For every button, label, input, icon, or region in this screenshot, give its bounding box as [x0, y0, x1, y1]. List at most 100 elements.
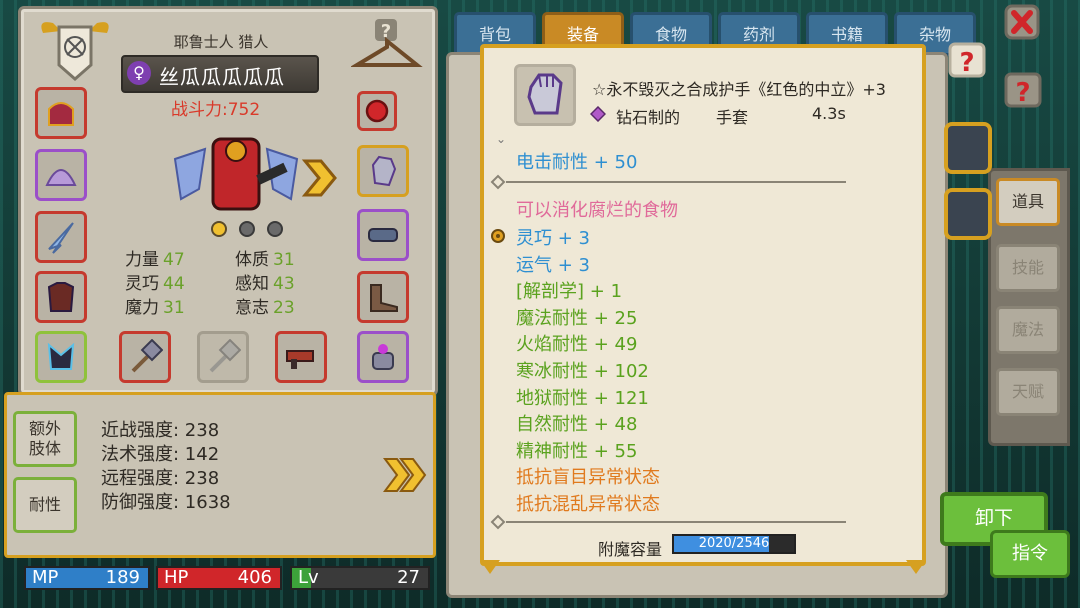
- defense-strength: 防御强度: 1638: [101, 492, 231, 513]
- bonus-line: 抵抗盲目异常状态: [516, 467, 660, 489]
- special-effect: 可以消化腐烂的食物: [516, 200, 678, 221]
- resource-bars: MP 189 HP 406 Lv 27: [24, 566, 430, 590]
- character-sprite: [173, 137, 299, 211]
- item-title: ☆永不毁灭之合成护手《红色的中立》+3: [592, 80, 886, 99]
- character-panel: 耶鲁士人 猎人 ? ♀ 丝瓜瓜瓜瓜瓜 战斗力:752 力量 47 体质 31 灵…: [18, 6, 438, 396]
- quick-slot-2[interactable]: [944, 188, 992, 240]
- ranged-strength: 远程强度: 238: [101, 468, 220, 489]
- helmet-icon: [48, 102, 74, 126]
- page-dots: [211, 221, 283, 237]
- slot-body[interactable]: [35, 271, 87, 323]
- slot-back[interactable]: [35, 211, 87, 263]
- belt-icon: [368, 228, 398, 242]
- ring-icon: [365, 99, 389, 123]
- divider: [490, 514, 846, 530]
- hp-value: 406: [237, 567, 272, 588]
- attr-value: 31: [163, 298, 185, 318]
- resistance-button[interactable]: 耐性: [13, 477, 77, 533]
- bonus-line: 灵巧 + 3: [516, 228, 590, 249]
- item-icon-box: [514, 64, 576, 126]
- hammer-icon: [131, 339, 163, 373]
- lv-label: Lv: [298, 567, 319, 588]
- level-bar: Lv 27: [290, 566, 430, 590]
- attr-value: 47: [163, 250, 185, 270]
- attr-value: 31: [273, 250, 295, 270]
- slot-accessory[interactable]: [35, 331, 87, 383]
- close-icon[interactable]: [1004, 4, 1040, 40]
- mp-label: MP: [32, 567, 59, 588]
- attr-label: 灵巧: [125, 274, 159, 294]
- arrow-right-icon[interactable]: [383, 455, 429, 495]
- help-icon-secondary[interactable]: ?: [1002, 70, 1044, 110]
- slot-weapon-2[interactable]: [197, 331, 249, 383]
- bonus-line: 运气 + 3: [516, 254, 590, 276]
- gauntlet-icon: [527, 73, 563, 115]
- combat-power: 战斗力:752: [171, 100, 261, 120]
- slot-neck[interactable]: [35, 149, 87, 201]
- side-tab-skills[interactable]: 技能: [996, 244, 1060, 292]
- mp-bar: MP 189: [24, 566, 150, 590]
- attr-value: 43: [273, 274, 295, 294]
- lv-value: 27: [397, 567, 420, 588]
- svg-text:?: ?: [959, 48, 974, 78]
- mask-icon: [47, 342, 75, 370]
- quick-slot-1[interactable]: [944, 122, 992, 174]
- attr-label: 意志: [235, 298, 269, 318]
- combat-stat-lines: 近战强度: 238 法术强度: 142 远程强度: 238 防御强度: 1638: [101, 419, 231, 515]
- gun-icon: [286, 350, 314, 369]
- attr-value: 44: [163, 274, 185, 294]
- crest-icon: [41, 22, 109, 81]
- slot-feet[interactable]: [357, 271, 409, 323]
- item-type: 手套: [716, 108, 749, 127]
- attr-label: 体质: [235, 250, 269, 270]
- item-material: 钻石制的: [616, 108, 681, 127]
- attr-label: 魔力: [125, 298, 159, 318]
- item-tooltip: ☆永不毁灭之合成护手《红色的中立》+3 钻石制的 手套 4.3s ⌄ 电击耐性 …: [480, 44, 926, 566]
- slot-ring-1[interactable]: [357, 91, 397, 131]
- hp-label: HP: [164, 567, 189, 588]
- attr-label: 力量: [125, 250, 159, 270]
- item-weight: 4.3s: [812, 104, 846, 123]
- slot-ring-2[interactable]: [357, 331, 409, 383]
- side-tab-talent[interactable]: 天赋: [996, 368, 1060, 416]
- slot-weapon-1[interactable]: [119, 331, 171, 383]
- slot-ranged[interactable]: [275, 331, 327, 383]
- bonus-line: 自然耐性 + 48: [516, 414, 638, 436]
- arrow-right-icon[interactable]: [299, 157, 339, 199]
- boots-icon: [370, 284, 398, 312]
- character-name: 丝瓜瓜瓜瓜瓜: [159, 65, 285, 89]
- command-button[interactable]: 指令: [990, 530, 1070, 578]
- attribute-grid: 力量 47 体质 31 灵巧 44 感知 43 魔力 31 意志 23: [125, 245, 345, 318]
- name-plate: ♀ 丝瓜瓜瓜瓜瓜: [121, 55, 319, 93]
- hammer-icon: [209, 339, 241, 373]
- combat-stats-box: 额外 肢体 耐性 近战强度: 238 法术强度: 142 远程强度: 238 防…: [4, 392, 436, 558]
- enchant-value: 2020/2546: [698, 536, 770, 551]
- svg-text:?: ?: [1015, 78, 1030, 108]
- race-class-label: 耶鲁士人 猎人: [173, 33, 269, 51]
- help-icon[interactable]: ?: [946, 40, 988, 80]
- slot-hands[interactable]: [357, 145, 409, 197]
- side-tab-magic[interactable]: 魔法: [996, 306, 1060, 354]
- slot-head[interactable]: [35, 87, 87, 139]
- bonus-line: 火焰耐性 + 49: [516, 334, 638, 356]
- primary-stat: 电击耐性 + 50: [516, 152, 638, 173]
- wing-icon: [48, 222, 74, 254]
- side-tab-items[interactable]: 道具: [996, 178, 1060, 226]
- hanger-icon[interactable]: ?: [351, 17, 423, 75]
- attr-label: 感知: [235, 274, 269, 294]
- spell-strength: 法术强度: 142: [101, 444, 220, 465]
- amulet-icon: [372, 344, 394, 370]
- gender-icon: ♀: [127, 61, 151, 85]
- chevron-down-icon: ⌄: [496, 132, 507, 146]
- shell-icon: [45, 169, 77, 186]
- bonus-line: 抵抗混乱异常状态: [516, 494, 660, 515]
- bonus-line: 地狱耐性 + 121: [516, 387, 649, 409]
- melee-strength: 近战强度: 238: [101, 420, 220, 441]
- bonus-line: 魔法耐性 + 25: [516, 307, 638, 329]
- bonus-line: 精神耐性 + 55: [516, 440, 638, 462]
- extra-limbs-button[interactable]: 额外 肢体: [13, 411, 77, 467]
- gear-icon: [491, 229, 505, 243]
- armor-icon: [47, 282, 75, 312]
- enchant-label: 附魔容量: [598, 540, 663, 559]
- slot-belt[interactable]: [357, 209, 409, 261]
